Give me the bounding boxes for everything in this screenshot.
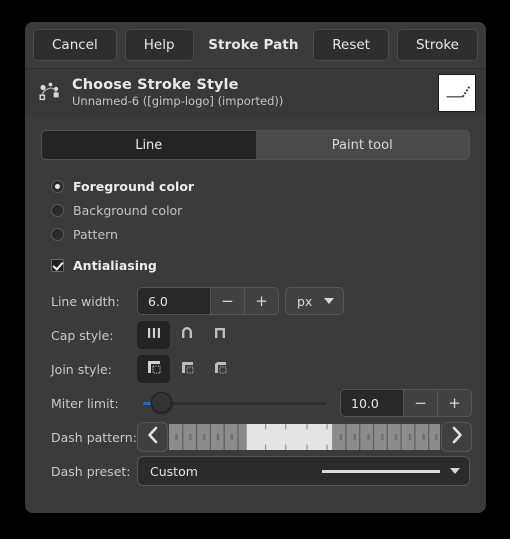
miter-limit-decrement-button[interactable]: −	[403, 390, 437, 416]
cancel-button[interactable]: Cancel	[33, 29, 117, 61]
dash-preset-line-preview	[322, 469, 440, 473]
dash-pattern-editor	[137, 422, 472, 452]
join-style-row: Join style:	[39, 352, 472, 386]
cap-style-label: Cap style:	[51, 327, 114, 343]
chevron-right-icon	[450, 426, 464, 448]
radio-label: Background color	[73, 202, 183, 218]
style-tabs: Line Paint tool	[41, 130, 470, 160]
chevron-down-icon	[450, 468, 460, 474]
antialiasing-label: Antialiasing	[73, 257, 157, 273]
cap-square-button[interactable]	[203, 321, 236, 349]
antialiasing-checkbox[interactable]: Antialiasing	[39, 253, 472, 277]
cap-square-icon	[211, 325, 229, 345]
dash-preset-dropdown[interactable]: Custom	[137, 456, 470, 486]
dash-pattern-label: Dash pattern:	[51, 429, 137, 445]
join-round-button[interactable]	[170, 355, 203, 383]
slider-handle[interactable]	[151, 392, 172, 413]
join-miter-icon	[145, 359, 163, 379]
tab-paint-tool[interactable]: Paint tool	[255, 131, 469, 159]
cap-style-row: Cap style:	[39, 318, 472, 352]
cap-round-icon	[178, 325, 196, 345]
checkbox-indicator	[51, 258, 64, 272]
join-bevel-icon	[211, 359, 229, 379]
cap-style-group	[137, 321, 236, 349]
chevron-left-icon	[146, 426, 160, 448]
dash-pattern-row: Dash pattern:	[39, 420, 472, 454]
header-text-block: Choose Stroke Style Unnamed-6 ([gimp-log…	[72, 77, 429, 109]
radio-indicator	[51, 179, 64, 193]
page-subtitle: Unnamed-6 ([gimp-logo] (imported))	[72, 93, 284, 108]
line-width-input[interactable]: 6.0	[138, 288, 210, 314]
dialog-header: Choose Stroke Style Unnamed-6 ([gimp-log…	[25, 68, 486, 116]
join-bevel-button[interactable]	[203, 355, 236, 383]
line-width-label: Line width:	[51, 293, 120, 309]
radio-foreground-color[interactable]: Foreground color	[39, 174, 472, 198]
dash-preset-value: Custom	[150, 463, 198, 479]
miter-limit-row: Miter limit: 10.0 − +	[39, 386, 472, 420]
dash-preset-label: Dash preset:	[51, 463, 131, 479]
radio-indicator	[51, 203, 64, 217]
stroke-button[interactable]: Stroke	[396, 29, 478, 61]
line-width-increment-button[interactable]: +	[244, 288, 278, 314]
join-style-group	[137, 355, 236, 383]
radio-pattern[interactable]: Pattern	[39, 222, 472, 246]
stroke-path-dialog: Cancel Help Stroke Path Reset Stroke Cho…	[25, 22, 486, 513]
line-width-spinner[interactable]: 6.0 − +	[137, 287, 279, 315]
cap-butt-icon	[145, 325, 163, 345]
chevron-down-icon	[324, 298, 335, 304]
join-miter-button[interactable]	[137, 355, 170, 383]
dialog-body: Line Paint tool Foreground color Backgro…	[25, 116, 486, 488]
miter-limit-spinner[interactable]: 10.0 − +	[340, 389, 472, 417]
path-preview-thumbnail	[438, 73, 476, 112]
radio-label: Foreground color	[73, 178, 195, 194]
radio-background-color[interactable]: Background color	[39, 198, 472, 222]
tab-line[interactable]: Line	[42, 131, 256, 159]
unit-value: px	[297, 293, 313, 309]
join-style-label: Join style:	[51, 361, 112, 377]
miter-limit-input[interactable]: 10.0	[341, 390, 403, 416]
dash-pattern-strip[interactable]	[169, 424, 440, 450]
dash-shift-right-button[interactable]	[441, 422, 472, 452]
line-width-unit-dropdown[interactable]: px	[285, 287, 345, 315]
cap-butt-button[interactable]	[137, 321, 170, 349]
miter-limit-increment-button[interactable]: +	[437, 390, 471, 416]
dash-preset-row: Dash preset: Custom	[39, 454, 472, 488]
help-button[interactable]: Help	[124, 29, 194, 61]
reset-button[interactable]: Reset	[313, 29, 389, 61]
page-title: Choose Stroke Style	[72, 76, 239, 93]
miter-limit-label: Miter limit:	[51, 395, 119, 411]
join-round-icon	[178, 359, 196, 379]
miter-limit-slider[interactable]	[137, 389, 332, 417]
line-width-decrement-button[interactable]: −	[210, 288, 244, 314]
line-width-row: Line width: 6.0 − + px	[39, 284, 472, 318]
path-tool-icon	[37, 80, 63, 106]
cap-round-button[interactable]	[170, 321, 203, 349]
radio-label: Pattern	[73, 226, 118, 242]
radio-indicator	[51, 227, 64, 241]
dialog-title: Stroke Path	[208, 37, 299, 53]
dash-shift-left-button[interactable]	[137, 422, 168, 452]
dialog-titlebar: Cancel Help Stroke Path Reset Stroke	[25, 22, 486, 68]
